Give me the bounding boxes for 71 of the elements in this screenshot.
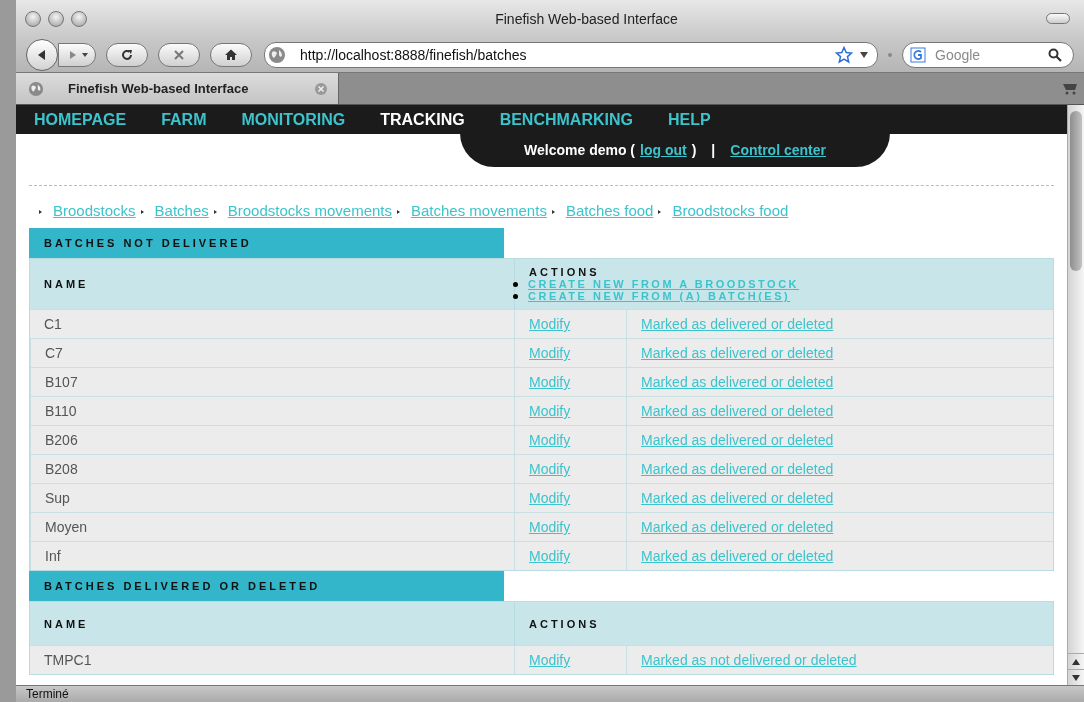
search-icon[interactable] <box>1048 47 1062 62</box>
column-header-text: ACTIONS <box>529 617 601 630</box>
bullet-icon <box>513 281 518 287</box>
status-text: Terminé <box>26 687 69 701</box>
submenu-link[interactable]: Batches movements <box>411 201 547 219</box>
create-link[interactable]: CREATE NEW FROM A BROODSTOCK <box>528 278 800 290</box>
close-tab-icon[interactable] <box>314 81 328 96</box>
dropdown-caret-icon[interactable] <box>859 49 869 60</box>
submenu-link[interactable]: Broodstocks movements <box>227 201 392 219</box>
globe-icon <box>268 45 286 64</box>
caret-icon <box>81 50 89 59</box>
reload-button[interactable] <box>106 42 148 67</box>
table-cell: Sup <box>30 483 514 512</box>
menu-link[interactable]: BENCHMARKING <box>499 110 633 129</box>
column-header-text: ACTIONS <box>529 266 601 278</box>
submenu-link[interactable]: Batches <box>154 201 209 219</box>
browser-tab[interactable]: Finefish Web-based Interface <box>16 73 339 104</box>
scrollbar[interactable] <box>1067 105 1084 685</box>
table-cell: B208 <box>30 454 514 483</box>
arrow-icon <box>397 210 400 214</box>
table-cell: B206 <box>30 425 514 454</box>
url-text: http://localhost:8888/finefish/batches <box>300 46 528 63</box>
bullet-icon <box>513 293 518 299</box>
arrow-icon <box>658 210 662 214</box>
arrow-icon <box>39 210 42 214</box>
submenu-link[interactable]: Batches food <box>565 201 654 219</box>
menu-link[interactable]: HELP <box>667 110 711 129</box>
close-window-icon[interactable] <box>25 10 41 27</box>
stop-button[interactable] <box>158 42 200 67</box>
welcome-text: Welcome demo ( <box>524 142 636 158</box>
separator-text: | <box>711 142 716 158</box>
table-cell: B110 <box>30 396 514 425</box>
window-title: Finefish Web-based Interface <box>494 10 678 27</box>
table-cell: Inf <box>30 541 514 570</box>
menu-link[interactable]: TRACKING <box>380 110 465 129</box>
arrow-icon <box>140 210 144 214</box>
toolbar-toggle-icon[interactable] <box>1046 13 1070 24</box>
table-cell: Moyen <box>30 512 514 541</box>
home-button[interactable] <box>210 42 252 67</box>
menu-link[interactable]: HOMEPAGE <box>34 110 127 129</box>
scroll-thumb[interactable] <box>1070 111 1082 271</box>
search-field[interactable]: Google <box>902 41 1074 68</box>
table-cell: C7 <box>30 338 514 367</box>
globe-icon <box>28 80 44 97</box>
submenu-link[interactable]: Broodstocks <box>53 201 136 219</box>
section-title: BATCHES NOT DELIVERED <box>29 228 504 258</box>
menu-link[interactable]: MONITORING <box>241 110 346 129</box>
arrow-icon <box>551 210 555 214</box>
create-link[interactable]: CREATE NEW FROM (A) BATCH(ES) <box>528 290 791 302</box>
closing-parenthesis: ) <box>691 142 697 158</box>
submenu-link[interactable]: Broodstocks food <box>672 201 789 219</box>
back-button[interactable] <box>26 38 58 71</box>
forward-button[interactable] <box>58 42 96 67</box>
arrow-icon <box>213 210 217 214</box>
table-cell: B107 <box>30 367 514 396</box>
section-title: BATCHES DELIVERED OR DELETED <box>29 571 504 601</box>
reload-icon <box>120 47 134 62</box>
control-center-link[interactable]: Control center <box>730 142 826 158</box>
resize-handle-icon[interactable] <box>888 52 892 57</box>
zoom-window-icon[interactable] <box>71 10 87 27</box>
search-engine-icon[interactable] <box>910 46 926 63</box>
stop-icon <box>173 48 185 61</box>
table-cell: C1 <box>30 309 514 338</box>
home-icon <box>224 47 238 62</box>
tab-title: Finefish Web-based Interface <box>67 81 250 96</box>
menu-link[interactable]: FARM <box>161 110 207 129</box>
table-cell: TMPC1 <box>30 645 514 674</box>
logout-link[interactable]: log out <box>640 142 687 158</box>
address-bar[interactable]: http://localhost:8888/finefish/batches <box>264 41 878 68</box>
minimize-window-icon[interactable] <box>48 10 64 27</box>
star-icon[interactable] <box>835 45 853 64</box>
